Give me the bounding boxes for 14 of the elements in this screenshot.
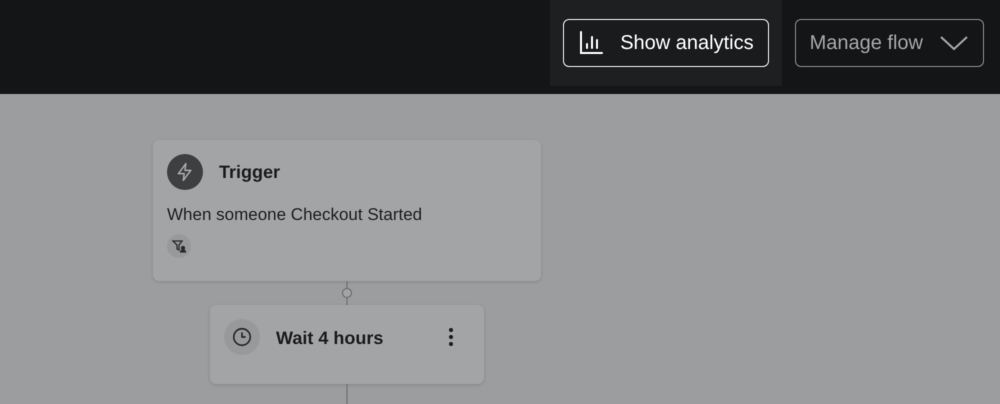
lightning-icon bbox=[167, 154, 203, 190]
node-title: Wait 4 hours bbox=[276, 327, 384, 350]
node-title: Trigger bbox=[219, 160, 280, 184]
filter-icon bbox=[167, 234, 191, 258]
clock-icon bbox=[224, 319, 260, 355]
more-options-icon[interactable] bbox=[448, 327, 454, 347]
chevron-down-icon bbox=[939, 34, 969, 52]
manage-flow-dropdown[interactable]: Manage flow bbox=[794, 19, 984, 67]
show-analytics-button[interactable]: Show analytics bbox=[563, 19, 769, 67]
trigger-card[interactable]: Trigger When someone Checkout Started bbox=[153, 140, 541, 281]
trigger-description: When someone Checkout Started bbox=[167, 204, 424, 226]
connector-drawing bbox=[341, 281, 353, 305]
bar-chart-icon bbox=[578, 30, 604, 56]
wait-card[interactable]: Wait 4 hours bbox=[210, 305, 484, 384]
